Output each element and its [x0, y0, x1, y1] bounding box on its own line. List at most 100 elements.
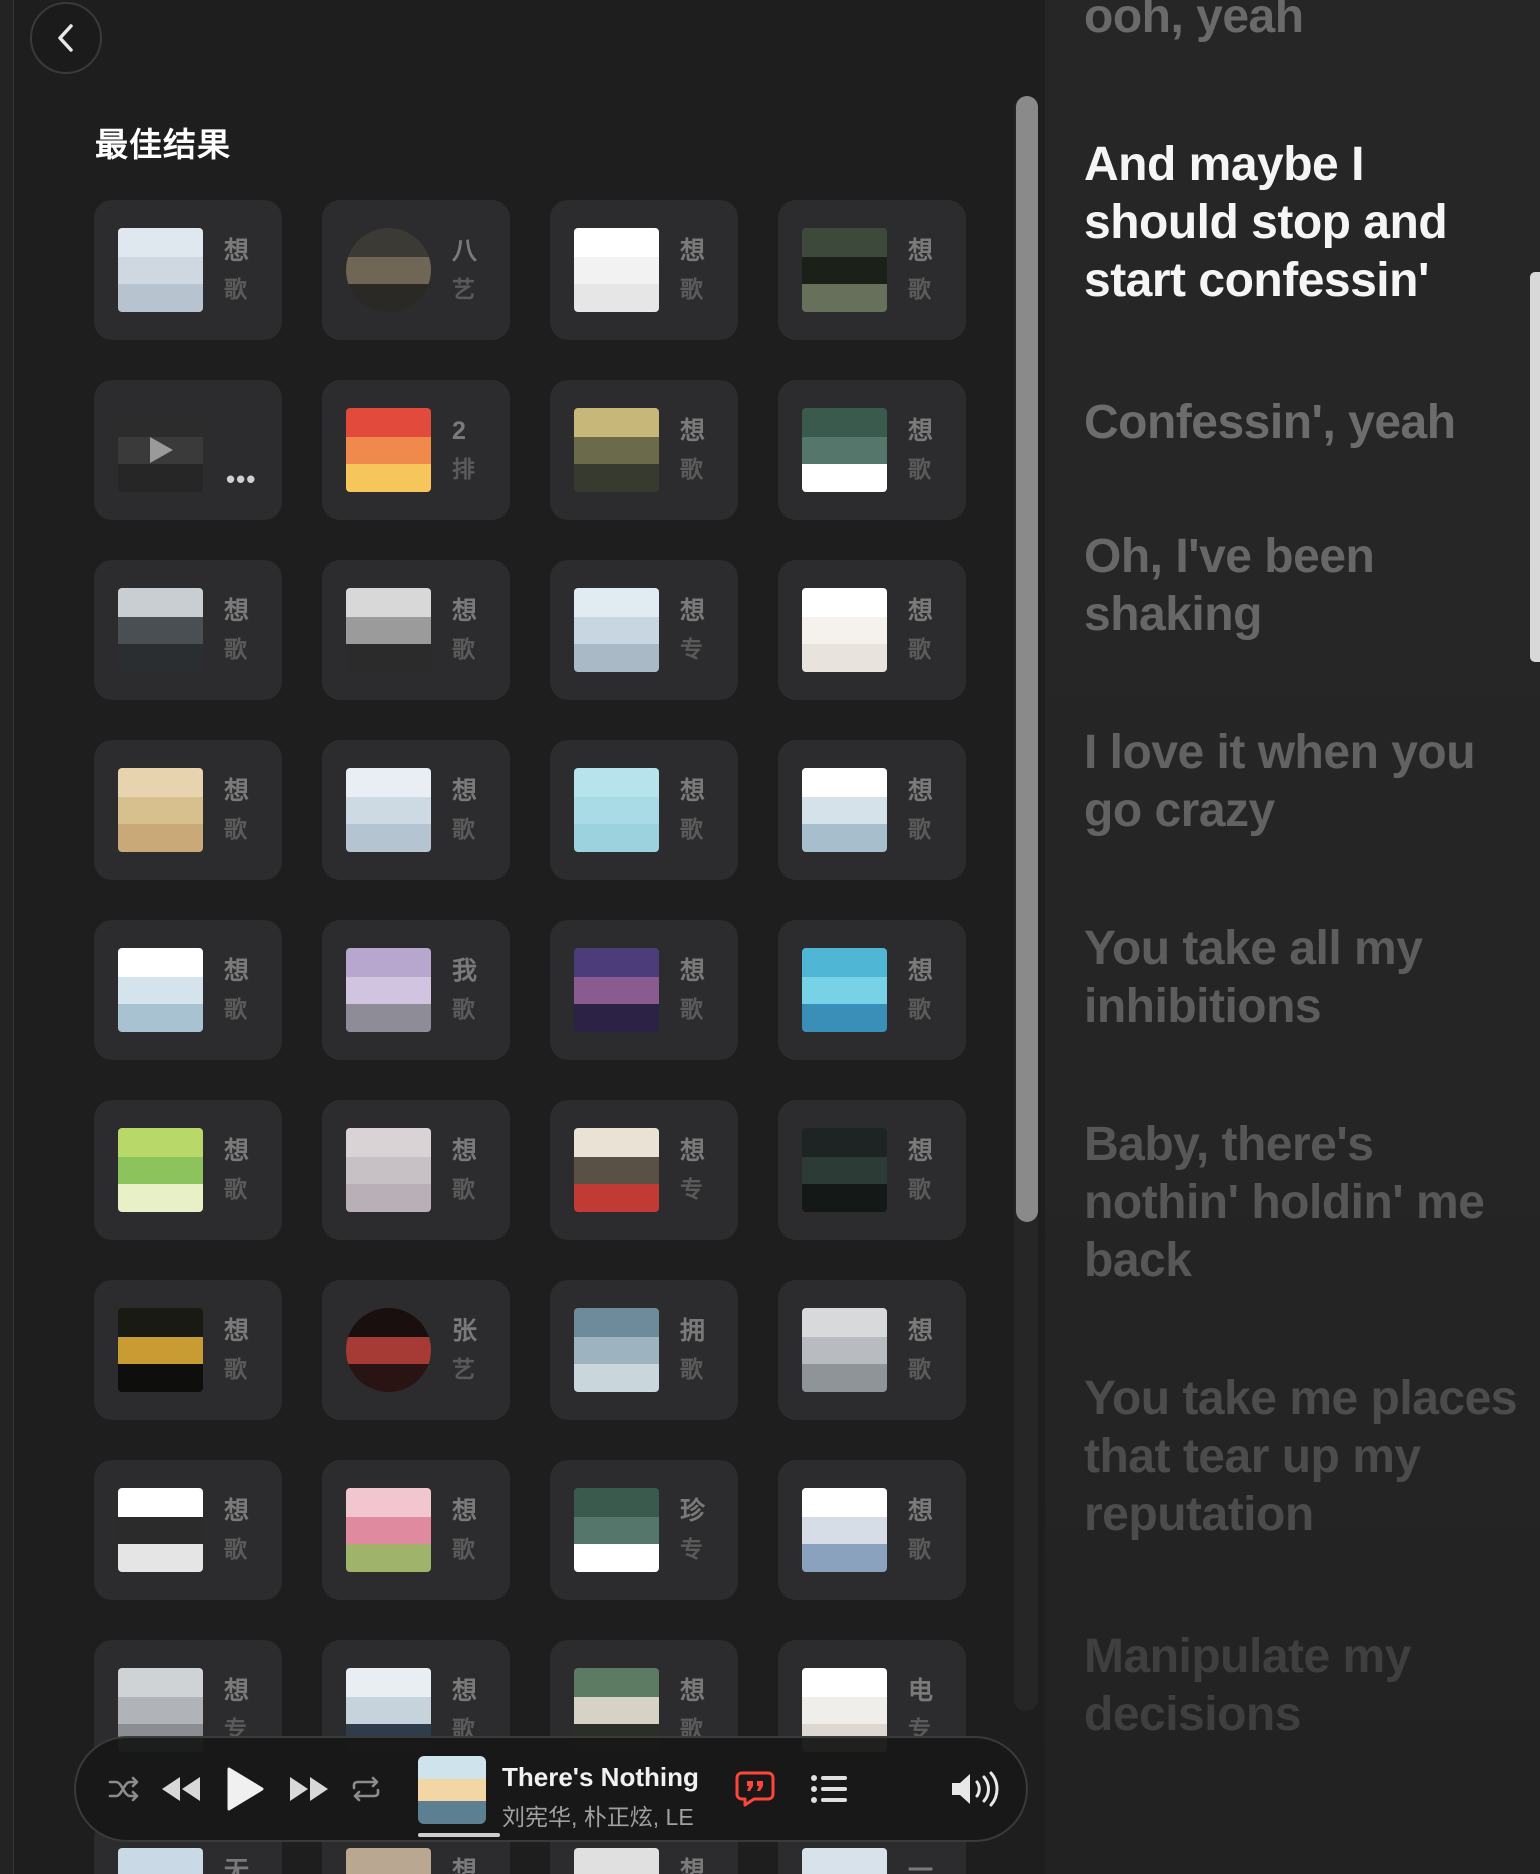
result-subtitle: 专: [680, 1176, 703, 1202]
result-card[interactable]: 想歌: [778, 200, 966, 340]
result-card[interactable]: 想歌: [322, 1100, 510, 1240]
result-subtitle: 歌: [908, 1176, 931, 1202]
result-card[interactable]: 想歌: [322, 1460, 510, 1600]
lyric-line[interactable]: Oh, I've been shaking: [1084, 528, 1524, 644]
list-icon: [811, 1775, 847, 1803]
result-card[interactable]: 想歌: [778, 920, 966, 1060]
result-artwork: [574, 228, 659, 312]
speaker-volume-icon: [952, 1771, 999, 1807]
result-card[interactable]: 想歌: [94, 920, 282, 1060]
result-title: 珍: [680, 1497, 706, 1525]
result-card[interactable]: 想歌: [778, 1100, 966, 1240]
result-card[interactable]: •••: [94, 380, 282, 520]
now-playing-title[interactable]: There's Nothing: [502, 1762, 702, 1793]
repeat-button[interactable]: [346, 1763, 386, 1815]
play-overlay-icon[interactable]: [118, 408, 203, 492]
result-subtitle: 歌: [452, 1536, 475, 1562]
lyrics-button[interactable]: [732, 1763, 778, 1815]
result-card[interactable]: 想歌: [778, 560, 966, 700]
search-results-pane: 最佳结果 想歌八艺想歌想歌 ••• 2 排想歌想歌想歌想歌想专想歌想歌想歌想歌想歌想歌…: [0, 0, 1045, 1874]
result-card[interactable]: 想歌: [778, 380, 966, 520]
results-grid: 想歌八艺想歌想歌 ••• 2 排想歌想歌想歌想歌想专想歌想歌想歌想歌想歌想歌我歌想歌想…: [94, 200, 966, 1874]
artwork-band: [418, 1778, 486, 1802]
result-artwork: [118, 1848, 203, 1874]
result-card[interactable]: 想专: [550, 1100, 738, 1240]
result-card[interactable]: 想歌: [94, 200, 282, 340]
result-title: 想: [680, 777, 706, 805]
result-title: 电: [908, 1677, 934, 1705]
result-title: 想: [224, 777, 250, 805]
next-button[interactable]: [284, 1763, 334, 1815]
play-button[interactable]: [220, 1763, 270, 1815]
result-artwork: [802, 1308, 887, 1392]
result-card[interactable]: 想歌: [94, 1460, 282, 1600]
result-card[interactable]: 想歌: [550, 740, 738, 880]
chevron-left-icon: [58, 24, 73, 52]
lyric-line[interactable]: Confessin', yeah: [1084, 394, 1524, 452]
lyric-line[interactable]: Baby, there's nothin' holdin' me back: [1084, 1116, 1524, 1290]
result-title: 想: [224, 237, 250, 265]
result-artwork: [574, 408, 659, 492]
result-card[interactable]: 想歌: [94, 740, 282, 880]
previous-button[interactable]: [156, 1763, 206, 1815]
queue-button[interactable]: [806, 1763, 852, 1815]
result-title: 想: [452, 777, 478, 805]
result-subtitle: 歌: [224, 636, 247, 662]
playback-progress-bar[interactable]: [418, 1833, 500, 1837]
now-playing-artwork[interactable]: [418, 1756, 486, 1824]
lyric-line-current[interactable]: And maybe I should stop and start confes…: [1084, 136, 1524, 310]
result-card[interactable]: 想歌: [94, 1280, 282, 1420]
result-card[interactable]: 想歌: [778, 1280, 966, 1420]
result-card[interactable]: 想歌: [322, 560, 510, 700]
back-button[interactable]: [30, 2, 102, 74]
result-card[interactable]: 2排: [322, 380, 510, 520]
result-artwork: [574, 1128, 659, 1212]
result-card[interactable]: 想歌: [778, 1460, 966, 1600]
result-subtitle: 专: [680, 636, 703, 662]
result-artwork: [118, 1128, 203, 1212]
result-subtitle: 歌: [680, 456, 703, 482]
result-artwork: [574, 768, 659, 852]
fast-forward-icon: [290, 1777, 328, 1801]
result-artwork: [118, 228, 203, 312]
result-card[interactable]: 想歌: [550, 920, 738, 1060]
result-artwork: [346, 588, 431, 672]
result-card[interactable]: 想歌: [94, 560, 282, 700]
result-subtitle: 歌: [224, 276, 247, 302]
now-playing-artist[interactable]: 刘宪华, 朴正炫, LE: [502, 1798, 702, 1832]
result-card[interactable]: 想专: [550, 560, 738, 700]
result-card[interactable]: 八艺: [322, 200, 510, 340]
lyrics-scrollbar-thumb[interactable]: [1530, 272, 1540, 662]
lyric-line[interactable]: ooh, yeah: [1084, 0, 1524, 46]
lyric-line[interactable]: I love it when you go crazy: [1084, 724, 1524, 840]
result-subtitle: 歌: [680, 996, 703, 1022]
lyric-line[interactable]: You take me places that tear up my reput…: [1084, 1370, 1524, 1544]
result-subtitle: 排: [452, 456, 475, 482]
results-scrollbar-thumb[interactable]: [1016, 96, 1038, 1222]
more-options-icon[interactable]: •••: [226, 464, 256, 495]
shuffle-button[interactable]: [104, 1763, 144, 1815]
lyrics-quote-icon: [735, 1771, 775, 1807]
result-card[interactable]: 想歌: [550, 380, 738, 520]
play-icon: [227, 1767, 264, 1811]
result-card[interactable]: 我歌: [322, 920, 510, 1060]
result-artwork: [346, 408, 431, 492]
result-card[interactable]: 想歌: [778, 740, 966, 880]
result-title: 想: [908, 777, 934, 805]
lyric-line[interactable]: You take all my inhibitions: [1084, 920, 1524, 1036]
result-card[interactable]: 拥歌: [550, 1280, 738, 1420]
result-artwork: [346, 228, 431, 312]
result-subtitle: 歌: [908, 456, 931, 482]
result-card[interactable]: 想歌: [550, 200, 738, 340]
result-subtitle: 歌: [680, 1356, 703, 1382]
result-card[interactable]: 想歌: [94, 1100, 282, 1240]
result-card[interactable]: 珍专: [550, 1460, 738, 1600]
volume-button[interactable]: [948, 1763, 1002, 1815]
result-card[interactable]: 想歌: [322, 740, 510, 880]
result-title: 想: [908, 1497, 934, 1525]
result-subtitle: 专: [680, 1536, 703, 1562]
result-card[interactable]: 张艺: [322, 1280, 510, 1420]
lyric-line[interactable]: Manipulate my decisions: [1084, 1628, 1524, 1744]
result-artwork: [802, 1128, 887, 1212]
result-subtitle: 歌: [224, 1536, 247, 1562]
